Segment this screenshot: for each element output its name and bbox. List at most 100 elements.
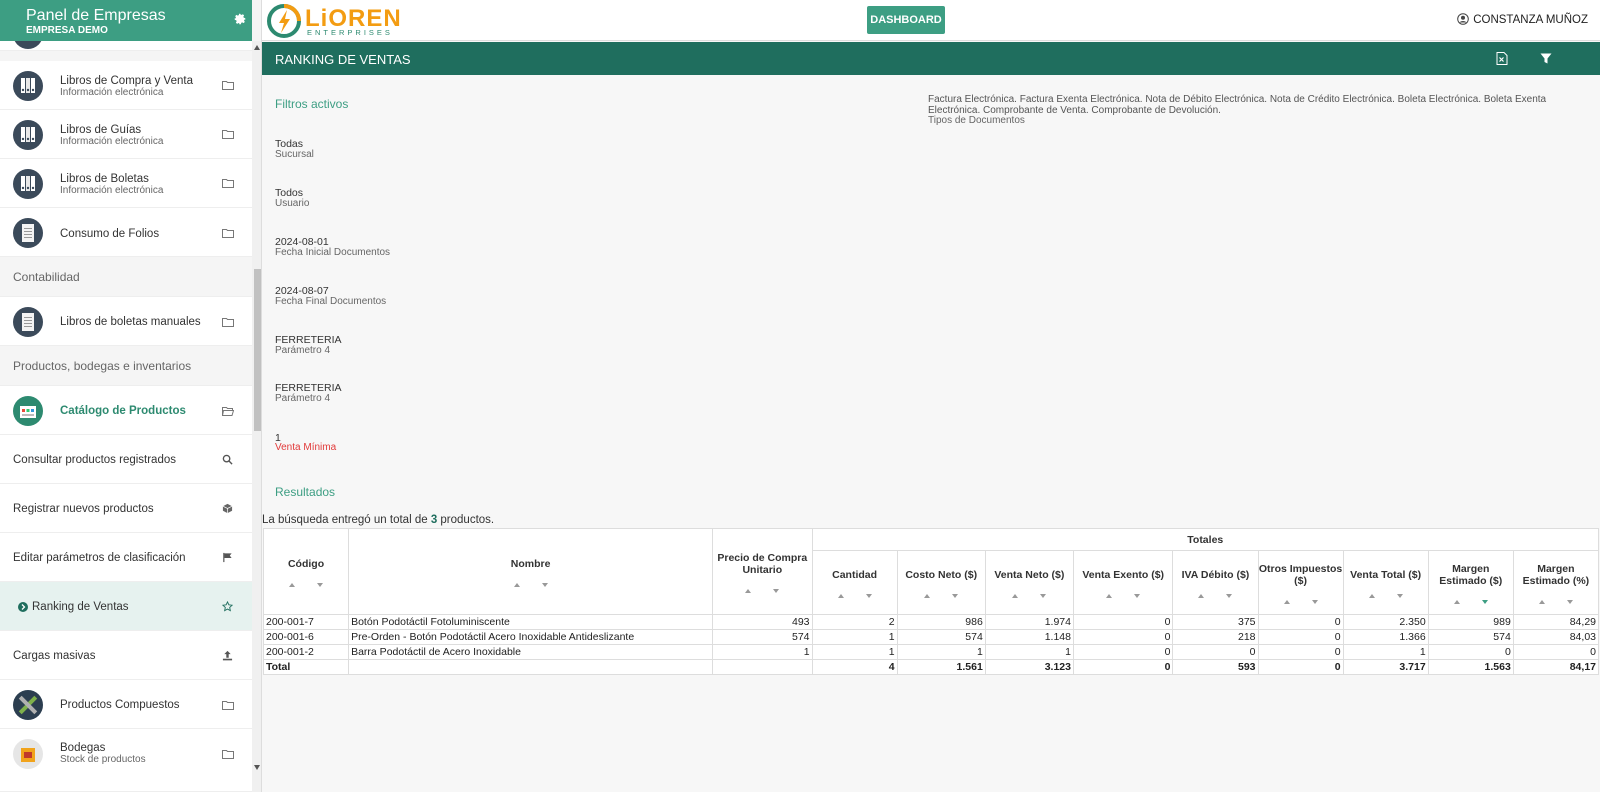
sidebar-item-productos-compuestos[interactable]: Productos Compuestos: [0, 680, 252, 729]
gear-icon[interactable]: [233, 12, 247, 26]
sidebar-item-catalogo-productos[interactable]: Catálogo de Productos: [0, 386, 252, 435]
sort-controls[interactable]: [813, 589, 897, 598]
table-cell: 593: [1172, 659, 1259, 675]
col-header-nombre: Nombre: [348, 528, 714, 615]
sidebar-scrollbar[interactable]: [252, 41, 261, 792]
sidebar-item-label: Libros de Boletas: [60, 173, 149, 185]
table-cell: 84,29: [1512, 614, 1600, 630]
sidebar-item-consumo-folios[interactable]: Consumo de Folios: [0, 208, 252, 257]
sidebar-item-sublabel: Stock de productos: [60, 754, 146, 765]
section-label: Productos, bodegas e inventarios: [13, 359, 192, 373]
header-label: Código: [287, 557, 325, 570]
sidebar-item-libros-compra-venta[interactable]: Libros de Compra y Venta Información ele…: [0, 61, 252, 110]
filter-label: Sucursal: [275, 149, 314, 160]
user-menu[interactable]: CONSTANZA MUÑOZ: [1457, 13, 1588, 26]
sidebar-item-libros-guias[interactable]: Libros de Guías Información electrónica: [0, 110, 252, 159]
main-content: Filtros activos Factura Electrónica. Fac…: [262, 75, 1600, 792]
col-header-venta-neto: Venta Neto ($): [984, 550, 1074, 615]
warehouse-icon: [13, 739, 43, 769]
table-cell: 1.563: [1427, 659, 1514, 675]
col-header-precio: Precio de Compra Unitario: [712, 528, 813, 615]
sort-controls[interactable]: [1514, 595, 1598, 604]
sidebar-item-label: Productos Compuestos: [60, 699, 180, 711]
sidebar-item-label: Consumo de Folios: [60, 228, 160, 240]
sidebar-item-label: Cargas masivas: [13, 650, 96, 662]
col-header-margen-porcentaje: Margen Estimado (%): [1512, 550, 1600, 615]
table-total-row: Total 4 1.561 3.123 0 593 0 3.717 1.563 84,17: [262, 659, 1600, 675]
sidebar-title: Panel de Empresas: [26, 7, 166, 24]
filter-label: Fecha Inicial Documentos: [275, 247, 391, 258]
filters-heading: Filtros activos: [275, 97, 349, 111]
folder-icon: [222, 318, 234, 327]
col-header-margen-estimado: Margen Estimado ($): [1427, 550, 1514, 615]
table-cell: 200-001-2: [262, 644, 350, 660]
sidebar-item-bodegas[interactable]: Bodegas Stock de productos: [0, 729, 252, 792]
folder-icon: [222, 229, 234, 238]
sidebar-item-label: Catálogo de Productos: [60, 405, 186, 417]
group-header-totales: Totales: [811, 528, 1600, 551]
table-cell: 1.561: [896, 659, 986, 675]
table-cell: 1.366: [1342, 629, 1429, 645]
scrollbar-thumb[interactable]: [254, 269, 261, 431]
top-bar: LiOREN ENTERPRISES DASHBOARD CONSTANZA M…: [262, 0, 1600, 41]
col-header-costo-neto: Costo Neto ($): [896, 550, 986, 615]
folder-icon: [222, 179, 234, 188]
col-header-codigo: Código: [262, 528, 350, 615]
table-cell: 0: [1072, 629, 1174, 645]
filter-icon[interactable]: [1540, 53, 1552, 64]
sidebar-item-ranking-ventas[interactable]: Ranking de Ventas: [0, 582, 252, 631]
sort-controls[interactable]: [986, 589, 1073, 598]
col-header-venta-exento: Venta Exento ($): [1072, 550, 1174, 615]
table-cell: 1: [811, 644, 898, 660]
sort-controls[interactable]: [264, 578, 348, 587]
table-cell: [348, 659, 714, 675]
sidebar-item-cargas-masivas[interactable]: Cargas masivas: [0, 631, 252, 680]
scroll-up-arrow-icon[interactable]: [254, 45, 260, 50]
results-text-before: La búsqueda entregó un total de: [262, 514, 431, 526]
sort-controls[interactable]: [1344, 589, 1428, 598]
sort-controls[interactable]: [1259, 595, 1343, 604]
table-cell: 1.974: [984, 614, 1074, 630]
sort-controls[interactable]: [1429, 595, 1513, 604]
sort-controls[interactable]: [1173, 589, 1257, 598]
table-cell: 200-001-7: [262, 614, 350, 630]
sort-controls[interactable]: [898, 589, 985, 598]
clipboard-icon: [13, 307, 43, 337]
clipboard-icon: [13, 218, 43, 248]
lioren-logo[interactable]: LiOREN ENTERPRISES: [267, 4, 407, 38]
header-label: Otros Impuestos ($): [1258, 562, 1343, 587]
excel-export-icon[interactable]: [1496, 52, 1508, 65]
table-row: 200-001-7 Botón Podotáctil Fotoluminiscen…: [262, 614, 1600, 630]
sidebar-item-libros-boletas-manuales[interactable]: Libros de boletas manuales: [0, 297, 252, 346]
header-label: Cantidad: [832, 568, 878, 581]
table-cell: 2.350: [1342, 614, 1429, 630]
table-cell: 986: [896, 614, 986, 630]
sidebar-item-sublabel: Información electrónica: [60, 136, 164, 147]
results-text-after: productos.: [437, 514, 495, 526]
table-cell: 4: [811, 659, 898, 675]
table-row: 200-001-2 Barra Podotáctil de Acero Inoxi…: [262, 644, 1600, 660]
sidebar-item-registrar-productos[interactable]: Registrar nuevos productos: [0, 484, 252, 533]
tools-icon: [13, 690, 43, 720]
sidebar-item-label: Libros de boletas manuales: [60, 316, 201, 328]
sort-controls[interactable]: [1074, 589, 1172, 598]
sidebar-item-libros-boletas[interactable]: Libros de Boletas Información electrónic…: [0, 159, 252, 208]
scroll-down-arrow-icon[interactable]: [254, 765, 260, 770]
sort-controls[interactable]: [349, 578, 712, 587]
filter-label: Parámetro 4: [275, 345, 331, 356]
sidebar-item-editar-parametros[interactable]: Editar parámetros de clasificación: [0, 533, 252, 582]
folder-open-icon: [222, 407, 234, 416]
lioren-logo-icon: [267, 4, 301, 38]
dashboard-button[interactable]: DASHBOARD: [867, 6, 945, 34]
sort-controls[interactable]: [713, 584, 811, 593]
sidebar-item-consultar-productos[interactable]: Consultar productos registrados: [0, 435, 252, 484]
table-cell: 0: [1512, 644, 1600, 660]
page-title: RANKING DE VENTAS: [275, 52, 411, 67]
binders-icon: [13, 71, 43, 101]
sidebar-item-partial[interactable]: [0, 41, 252, 51]
table-cell: 3.123: [984, 659, 1074, 675]
sidebar-item-label: Editar parámetros de clasificación: [13, 552, 186, 564]
folder-icon: [222, 130, 234, 139]
table-cell: 574: [1427, 629, 1514, 645]
binders-icon: [13, 120, 43, 150]
